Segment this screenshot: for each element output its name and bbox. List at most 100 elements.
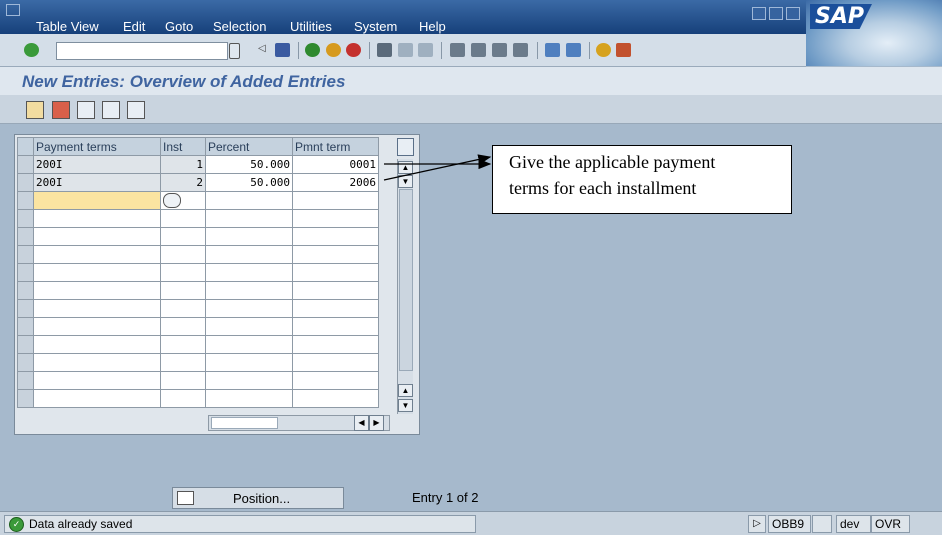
- inst-cell[interactable]: [160, 299, 206, 318]
- status-expand-icon[interactable]: ▷: [748, 515, 766, 533]
- pmnt-term-cell[interactable]: 2006: [292, 173, 379, 192]
- find-icon[interactable]: [398, 43, 413, 57]
- payment-terms-cell[interactable]: 200I: [33, 155, 161, 174]
- last-page-icon[interactable]: [513, 43, 528, 57]
- percent-cell[interactable]: 50.000: [205, 155, 293, 174]
- pmnt-term-cell[interactable]: [292, 335, 379, 354]
- percent-cell[interactable]: [205, 317, 293, 336]
- insert-mode[interactable]: OVR: [871, 515, 910, 533]
- delete-icon[interactable]: [52, 101, 70, 119]
- pmnt-term-cell[interactable]: [292, 353, 379, 372]
- percent-cell[interactable]: 50.000: [205, 173, 293, 192]
- back-icon[interactable]: [305, 43, 320, 57]
- percent-cell[interactable]: [205, 353, 293, 372]
- inst-cell[interactable]: [160, 281, 206, 300]
- payment-terms-cell[interactable]: [33, 353, 161, 372]
- scroll-up-icon[interactable]: ▲: [398, 161, 413, 174]
- previous-page-icon[interactable]: [471, 43, 486, 57]
- row-selector[interactable]: [17, 245, 34, 264]
- transaction-code[interactable]: OBB9: [768, 515, 811, 533]
- payment-terms-cell[interactable]: [33, 227, 161, 246]
- menu-edit[interactable]: Edit: [123, 19, 145, 34]
- column-header-payment-terms[interactable]: Payment terms: [33, 137, 161, 156]
- session-info-icon[interactable]: [812, 515, 832, 533]
- row-selector[interactable]: [17, 371, 34, 390]
- scroll-left-icon[interactable]: ◀: [354, 415, 369, 431]
- pmnt-term-cell[interactable]: [292, 281, 379, 300]
- row-selector[interactable]: [17, 389, 34, 408]
- pmnt-term-cell[interactable]: [292, 263, 379, 282]
- menu-help[interactable]: Help: [419, 19, 446, 34]
- inst-cell[interactable]: 1: [160, 155, 206, 174]
- pmnt-term-cell[interactable]: [292, 317, 379, 336]
- percent-cell[interactable]: [205, 389, 293, 408]
- scroll-down-icon[interactable]: ▼: [398, 399, 413, 412]
- payment-terms-cell[interactable]: [33, 371, 161, 390]
- payment-terms-cell[interactable]: [33, 335, 161, 354]
- command-history-icon[interactable]: [229, 43, 240, 59]
- scroll-up-icon[interactable]: ▲: [398, 384, 413, 397]
- menu-selection[interactable]: Selection: [213, 19, 266, 34]
- pmnt-term-cell[interactable]: [292, 371, 379, 390]
- row-selector[interactable]: [17, 353, 34, 372]
- row-selector[interactable]: [17, 173, 34, 192]
- first-page-icon[interactable]: [450, 43, 465, 57]
- inst-cell[interactable]: [160, 335, 206, 354]
- pmnt-term-cell[interactable]: [292, 245, 379, 264]
- payment-terms-cell[interactable]: [33, 209, 161, 228]
- menu-utilities[interactable]: Utilities: [290, 19, 332, 34]
- pmnt-term-cell[interactable]: [292, 299, 379, 318]
- shortcut-icon[interactable]: [566, 43, 581, 57]
- save-icon[interactable]: [275, 43, 290, 57]
- f4-help-icon[interactable]: [163, 193, 181, 208]
- create-session-icon[interactable]: [545, 43, 560, 57]
- payment-terms-cell[interactable]: [33, 281, 161, 300]
- row-selector[interactable]: [17, 209, 34, 228]
- select-all-cell[interactable]: [17, 137, 34, 156]
- column-header-pmnt-term[interactable]: Pmnt term: [292, 137, 379, 156]
- horizontal-scroll-thumb[interactable]: [211, 417, 278, 429]
- percent-cell[interactable]: [205, 245, 293, 264]
- scroll-thumb[interactable]: [399, 189, 413, 371]
- percent-cell[interactable]: [205, 371, 293, 390]
- position-button[interactable]: Position...: [172, 487, 344, 509]
- pmnt-term-cell[interactable]: [292, 209, 379, 228]
- select-block-icon[interactable]: [102, 101, 120, 119]
- system-name[interactable]: dev: [836, 515, 871, 533]
- next-page-icon[interactable]: [492, 43, 507, 57]
- help-icon[interactable]: [596, 43, 611, 57]
- table-settings-icon[interactable]: [397, 138, 414, 156]
- inst-cell[interactable]: [160, 191, 206, 210]
- layout-menu-icon[interactable]: [616, 43, 631, 57]
- payment-terms-cell[interactable]: [33, 263, 161, 282]
- window-menu-icon[interactable]: [6, 4, 20, 16]
- payment-terms-cell[interactable]: 200I: [33, 173, 161, 192]
- scroll-right-icon[interactable]: ▶: [369, 415, 384, 431]
- percent-cell[interactable]: [205, 263, 293, 282]
- cancel-icon[interactable]: [346, 43, 361, 57]
- inst-cell[interactable]: [160, 227, 206, 246]
- percent-cell[interactable]: [205, 227, 293, 246]
- vertical-scrollbar[interactable]: ▲ ▼ ▲ ▼: [397, 159, 413, 414]
- menu-system[interactable]: System: [354, 19, 397, 34]
- pmnt-term-cell[interactable]: [292, 191, 379, 210]
- print-icon[interactable]: [377, 43, 392, 57]
- row-selector[interactable]: [17, 335, 34, 354]
- inst-cell[interactable]: [160, 245, 206, 264]
- deselect-all-icon[interactable]: [127, 101, 145, 119]
- command-field[interactable]: [56, 42, 228, 60]
- menu-goto[interactable]: Goto: [165, 19, 193, 34]
- pmnt-term-cell[interactable]: [292, 389, 379, 408]
- row-selector[interactable]: [17, 281, 34, 300]
- inst-cell[interactable]: [160, 389, 206, 408]
- row-selector[interactable]: [17, 263, 34, 282]
- minimize-icon[interactable]: [752, 7, 766, 20]
- row-selector[interactable]: [17, 155, 34, 174]
- status-message-field[interactable]: ✓ Data already saved: [4, 515, 476, 533]
- inst-cell[interactable]: [160, 209, 206, 228]
- payment-terms-cell[interactable]: [33, 317, 161, 336]
- percent-cell[interactable]: [205, 281, 293, 300]
- inst-cell[interactable]: [160, 353, 206, 372]
- find-next-icon[interactable]: [418, 43, 433, 57]
- payment-terms-cell[interactable]: [33, 299, 161, 318]
